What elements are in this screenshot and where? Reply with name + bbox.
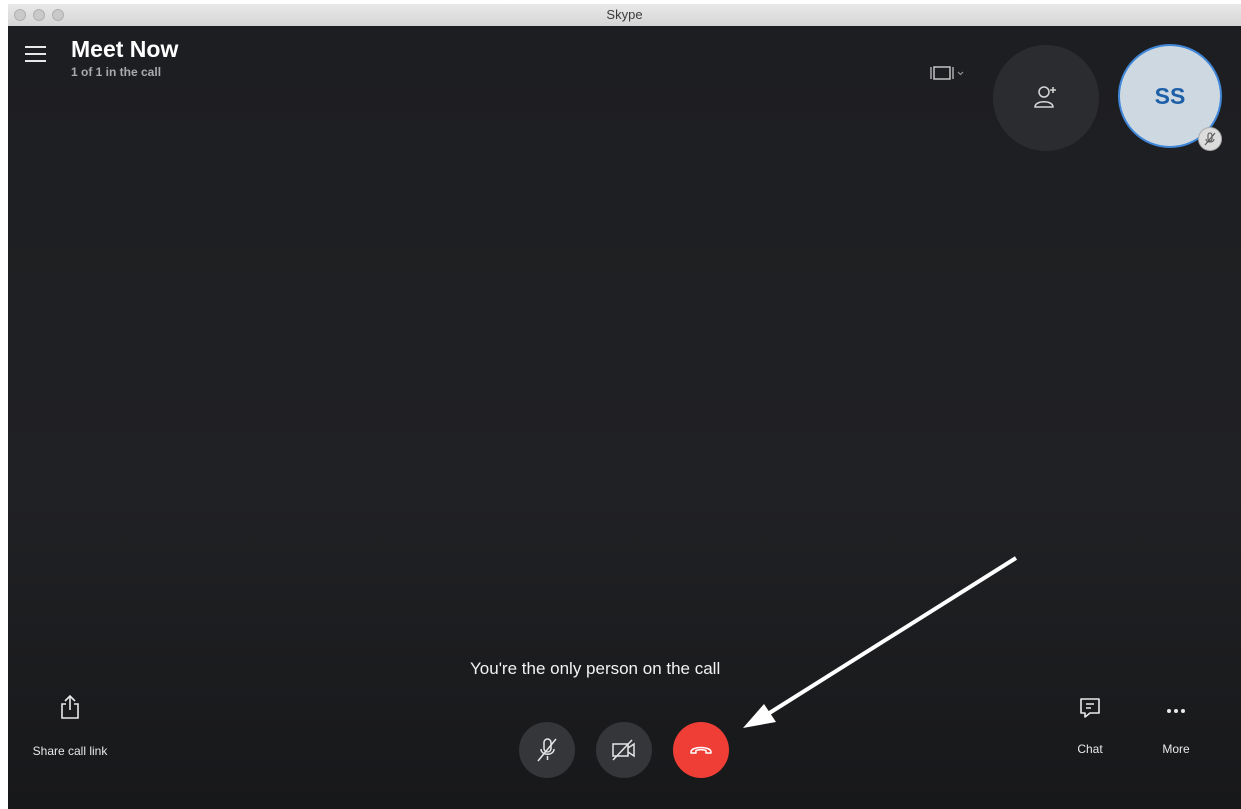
chat-button[interactable]: Chat [1069,696,1111,757]
mic-muted-icon [537,738,557,762]
more-label: More [1162,742,1190,756]
share-call-link-label: Share call link [32,744,108,758]
share-upload-icon [61,694,79,719]
mute-mic-button[interactable] [519,722,575,778]
hang-up-button[interactable] [673,722,729,778]
hang-up-icon [690,746,712,754]
video-off-icon [612,739,635,761]
skype-window: Skype Meet Now 1 of 1 in the call SS You… [8,4,1241,809]
ellipsis-icon [1167,709,1185,713]
annotation-arrow [743,556,1018,728]
chat-icon [1080,698,1100,718]
more-button[interactable]: More [1154,696,1198,757]
chat-label: Chat [1077,742,1103,756]
video-toggle-button[interactable] [596,722,652,778]
share-call-link-button[interactable]: Share call link [32,694,108,759]
